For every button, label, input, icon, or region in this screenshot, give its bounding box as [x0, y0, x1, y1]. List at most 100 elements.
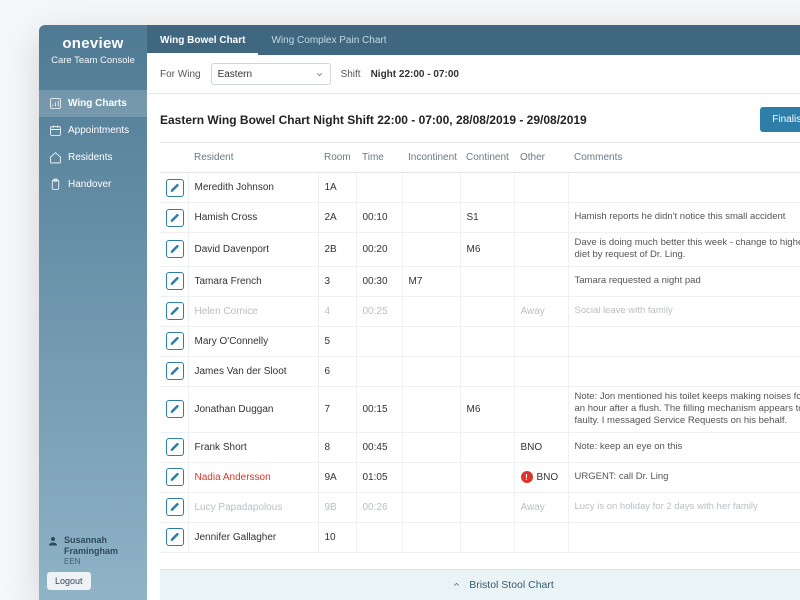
- filter-bar: For Wing Eastern Shift Night 22:00 - 07:…: [147, 55, 800, 94]
- table-row: Nadia Andersson9A01:05!BNOURGENT: call D…: [160, 462, 800, 492]
- tabs-bar: Wing Bowel Chart Wing Complex Pain Chart: [147, 25, 800, 55]
- cell-incontinent: [402, 296, 460, 326]
- sidebar-item-appointments[interactable]: Appointments: [39, 117, 147, 144]
- cell-other: Away: [514, 296, 568, 326]
- edit-row-button[interactable]: [166, 438, 184, 456]
- cell-continent: [460, 522, 514, 552]
- edit-row-button[interactable]: [166, 400, 184, 418]
- table-row: Lucy Papadapolous9B00:26AwayLucy is on h…: [160, 492, 800, 522]
- edit-row-button[interactable]: [166, 528, 184, 546]
- resident-name: James Van der Sloot: [188, 356, 318, 386]
- resident-name: Jonathan Duggan: [188, 386, 318, 432]
- cell-room: 4: [318, 296, 356, 326]
- user-name: Susannah Framingham: [64, 535, 139, 557]
- cell-time: [356, 522, 402, 552]
- wing-filter-label: For Wing: [160, 69, 201, 80]
- cell-other: [514, 356, 568, 386]
- chevron-down-icon: [315, 70, 324, 79]
- resident-name: Frank Short: [188, 432, 318, 462]
- cell-comments: Note: keep an eye on this: [568, 432, 800, 462]
- edit-row-button[interactable]: [166, 362, 184, 380]
- cell-other: !BNO: [514, 462, 568, 492]
- sidebar-item-residents[interactable]: Residents: [39, 144, 147, 171]
- edit-row-button[interactable]: [166, 209, 184, 227]
- resident-name: Hamish Cross: [188, 203, 318, 233]
- cell-room: 3: [318, 266, 356, 296]
- edit-row-button[interactable]: [166, 302, 184, 320]
- sidebar-item-wing-charts[interactable]: Wing Charts: [39, 90, 147, 117]
- avatar-icon: [47, 535, 59, 547]
- cell-room: 5: [318, 326, 356, 356]
- user-role: EEN: [64, 557, 139, 566]
- resident-name: Mary O'Connelly: [188, 326, 318, 356]
- cell-time: [356, 173, 402, 203]
- logout-button[interactable]: Logout: [47, 572, 91, 590]
- cell-incontinent: [402, 432, 460, 462]
- cell-incontinent: [402, 326, 460, 356]
- sidebar-item-label: Residents: [68, 152, 112, 163]
- cell-other: [514, 522, 568, 552]
- edit-row-button[interactable]: [166, 179, 184, 197]
- resident-name: Nadia Andersson: [188, 462, 318, 492]
- cell-comments: [568, 356, 800, 386]
- wing-select[interactable]: Eastern: [211, 63, 331, 85]
- cell-continent: [460, 266, 514, 296]
- content-header: Eastern Wing Bowel Chart Night Shift 22:…: [160, 107, 800, 132]
- cell-incontinent: [402, 356, 460, 386]
- resident-name: Helen Cornice: [188, 296, 318, 326]
- brand-sub: Care Team Console: [47, 55, 139, 66]
- sidebar-item-label: Appointments: [68, 125, 129, 136]
- cell-incontinent: [402, 492, 460, 522]
- resident-name: Jennifer Gallagher: [188, 522, 318, 552]
- cell-room: 1A: [318, 173, 356, 203]
- tab-pain-chart[interactable]: Wing Complex Pain Chart: [258, 28, 399, 55]
- edit-row-button[interactable]: [166, 498, 184, 516]
- table-wrap: Resident Room Time Incontinent Continent…: [160, 142, 800, 569]
- cell-incontinent: [402, 203, 460, 233]
- cell-comments: [568, 173, 800, 203]
- edit-row-button[interactable]: [166, 468, 184, 486]
- cell-other: [514, 386, 568, 432]
- cell-continent: [460, 492, 514, 522]
- edit-row-button[interactable]: [166, 240, 184, 258]
- cell-other: [514, 233, 568, 267]
- col-continent: Continent: [460, 143, 514, 173]
- user-block: Susannah Framingham EEN: [47, 535, 139, 566]
- col-incontinent: Incontinent: [402, 143, 460, 173]
- col-time: Time: [356, 143, 402, 173]
- cell-other: [514, 203, 568, 233]
- cell-time: 00:15: [356, 386, 402, 432]
- cell-time: 00:26: [356, 492, 402, 522]
- table-row: Tamara French300:30M7Tamara requested a …: [160, 266, 800, 296]
- bristol-stool-toggle[interactable]: Bristol Stool Chart: [160, 569, 800, 600]
- col-comments: Comments: [568, 143, 800, 173]
- app-window: oneview Care Team Console Wing Charts Ap…: [39, 25, 800, 600]
- cell-comments: Dave is doing much better this week - ch…: [568, 233, 800, 267]
- cell-other: [514, 266, 568, 296]
- col-edit: [160, 143, 188, 173]
- sidebar-item-handover[interactable]: Handover: [39, 171, 147, 198]
- cell-comments: Tamara requested a night pad: [568, 266, 800, 296]
- table-row: James Van der Sloot6: [160, 356, 800, 386]
- cell-time: [356, 326, 402, 356]
- cell-other: BNO: [514, 432, 568, 462]
- cell-room: 9B: [318, 492, 356, 522]
- edit-row-button[interactable]: [166, 272, 184, 290]
- calendar-icon: [49, 124, 62, 137]
- cell-incontinent: [402, 386, 460, 432]
- bowel-chart-table: Resident Room Time Incontinent Continent…: [160, 143, 800, 553]
- sidebar-item-label: Wing Charts: [68, 98, 127, 109]
- cell-time: [356, 356, 402, 386]
- table-row: Mary O'Connelly5: [160, 326, 800, 356]
- home-icon: [49, 151, 62, 164]
- cell-continent: [460, 432, 514, 462]
- edit-row-button[interactable]: [166, 332, 184, 350]
- content: Eastern Wing Bowel Chart Night Shift 22:…: [147, 94, 800, 600]
- tab-bowel-chart[interactable]: Wing Bowel Chart: [147, 28, 258, 55]
- brand-name: oneview: [47, 35, 139, 52]
- cell-room: 8: [318, 432, 356, 462]
- cell-other: [514, 326, 568, 356]
- col-room: Room: [318, 143, 356, 173]
- finalise-button[interactable]: Finalise Chart: [760, 107, 800, 132]
- clipboard-icon: [49, 178, 62, 191]
